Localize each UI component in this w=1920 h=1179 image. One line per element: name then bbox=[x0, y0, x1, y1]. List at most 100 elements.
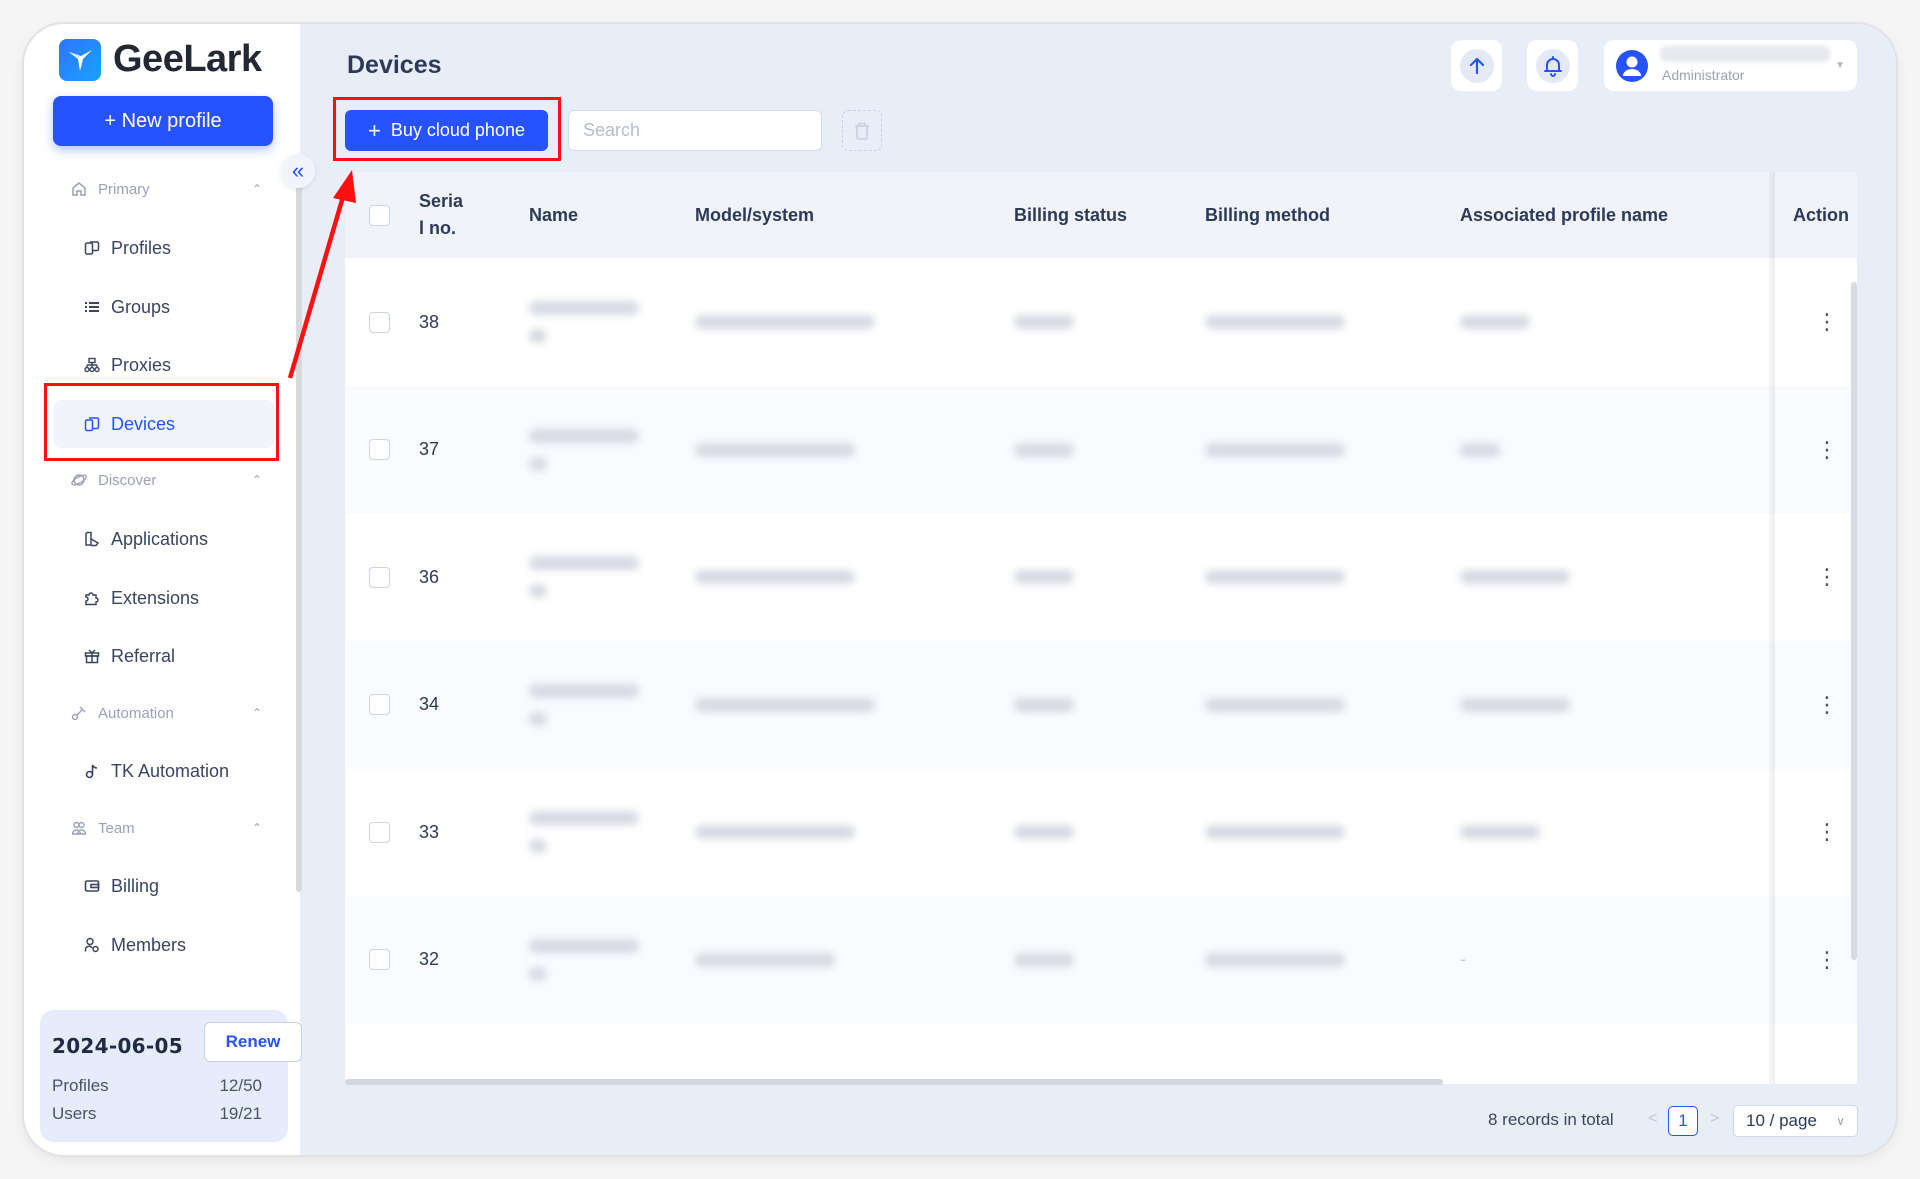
table-row[interactable]: 32 - ⋮ bbox=[345, 895, 1857, 1024]
devices-table: Seria l no. Name Model/system Billing st… bbox=[345, 172, 1857, 1084]
sidebar: GeeLark + New profile Primary ⌃ Profiles… bbox=[24, 24, 302, 1155]
row-actions-button[interactable]: ⋮ bbox=[1816, 768, 1838, 896]
model-system-redacted bbox=[695, 513, 855, 641]
search-field[interactable] bbox=[568, 110, 822, 151]
column-billing-method[interactable]: Billing method bbox=[1205, 172, 1330, 258]
user-name-redacted bbox=[1660, 46, 1830, 62]
table-row[interactable]: 34 ⋮ bbox=[345, 640, 1857, 769]
sidebar-item-referral[interactable]: Referral bbox=[53, 632, 275, 680]
fixed-column-divider bbox=[1769, 172, 1775, 1084]
sidebar-item-proxies[interactable]: Proxies bbox=[53, 341, 275, 389]
column-action: Action bbox=[1793, 204, 1849, 225]
new-profile-button[interactable]: + New profile bbox=[53, 96, 273, 146]
row-actions-button[interactable]: ⋮ bbox=[1816, 513, 1838, 641]
column-label: l no. bbox=[419, 218, 456, 238]
billing-status-redacted bbox=[1014, 896, 1074, 1024]
brand-name: GeeLark bbox=[113, 38, 262, 80]
serial-no: 34 bbox=[419, 694, 440, 714]
page-title: Devices bbox=[347, 51, 442, 79]
upload-button[interactable] bbox=[1451, 40, 1502, 91]
billing-method-redacted bbox=[1205, 386, 1345, 514]
table-row[interactable]: 33 ⋮ bbox=[345, 768, 1857, 896]
sidebar-scrollbar[interactable] bbox=[296, 174, 302, 892]
table-row[interactable]: 36 ⋮ bbox=[345, 513, 1857, 641]
table-horizontal-scrollbar[interactable] bbox=[345, 1079, 1443, 1085]
user-menu[interactable]: Administrator ▼ bbox=[1604, 40, 1857, 91]
column-model-system[interactable]: Model/system bbox=[695, 172, 814, 258]
team-icon bbox=[70, 819, 88, 837]
renew-button[interactable]: Renew bbox=[204, 1022, 302, 1062]
next-page-button[interactable]: > bbox=[1710, 1110, 1719, 1128]
planet-icon bbox=[70, 471, 88, 489]
page-size-select[interactable]: 10 / page ∨ bbox=[1733, 1105, 1858, 1137]
row-checkbox[interactable] bbox=[369, 513, 390, 641]
plus-icon: + bbox=[368, 117, 381, 143]
plan-users-row: Users 19/21 bbox=[52, 1104, 262, 1124]
table-row[interactable]: 37 ⋮ bbox=[345, 385, 1857, 514]
plan-card: 2024-06-05 Renew Profiles 12/50 Users 19… bbox=[40, 1010, 302, 1142]
page-1-button[interactable]: 1 bbox=[1668, 1106, 1698, 1136]
section-label: Discover bbox=[98, 471, 157, 489]
model-system-redacted bbox=[695, 258, 875, 386]
section-automation[interactable]: Automation ⌃ bbox=[70, 704, 270, 722]
collapse-sidebar-button[interactable]: « bbox=[281, 154, 315, 188]
gift-icon bbox=[83, 647, 101, 665]
serial-no: 37 bbox=[419, 439, 440, 459]
section-primary[interactable]: Primary ⌃ bbox=[70, 180, 270, 198]
sidebar-item-groups[interactable]: Groups bbox=[53, 283, 275, 331]
column-associated-profile[interactable]: Associated profile name bbox=[1460, 172, 1668, 258]
row-checkbox[interactable] bbox=[369, 641, 390, 769]
sidebar-item-billing[interactable]: Billing bbox=[53, 862, 275, 910]
billing-status-redacted bbox=[1014, 768, 1074, 896]
sidebar-item-applications[interactable]: Applications bbox=[53, 515, 275, 563]
row-checkbox[interactable] bbox=[369, 258, 390, 386]
model-system-redacted bbox=[695, 386, 855, 514]
row-actions-button[interactable]: ⋮ bbox=[1816, 641, 1838, 769]
sidebar-item-profiles[interactable]: Profiles bbox=[53, 224, 275, 272]
column-name[interactable]: Name bbox=[529, 172, 578, 258]
list-icon bbox=[83, 298, 101, 316]
column-billing-status[interactable]: Billing status bbox=[1014, 172, 1127, 258]
more-vertical-icon: ⋮ bbox=[1816, 946, 1838, 972]
billing-status-redacted bbox=[1014, 386, 1074, 514]
device-name-redacted bbox=[529, 768, 639, 896]
row-actions-button[interactable]: ⋮ bbox=[1816, 896, 1838, 1024]
home-icon bbox=[70, 180, 88, 198]
more-vertical-icon: ⋮ bbox=[1816, 436, 1838, 462]
section-team[interactable]: Team ⌃ bbox=[70, 819, 270, 837]
row-actions-button[interactable]: ⋮ bbox=[1816, 258, 1838, 386]
row-checkbox[interactable] bbox=[369, 386, 390, 514]
prev-page-button[interactable]: < bbox=[1648, 1110, 1657, 1128]
sidebar-item-label: Groups bbox=[111, 296, 171, 317]
sidebar-item-label: Members bbox=[111, 934, 187, 955]
row-checkbox[interactable] bbox=[369, 896, 390, 1024]
arrow-up-icon bbox=[1469, 57, 1484, 74]
bell-icon bbox=[1543, 55, 1562, 77]
avatar-icon bbox=[1616, 49, 1648, 82]
sidebar-item-label: TK Automation bbox=[111, 760, 230, 781]
delete-button[interactable] bbox=[842, 110, 882, 151]
row-checkbox[interactable] bbox=[369, 768, 390, 896]
column-label: Seria bbox=[419, 191, 464, 211]
table-row[interactable]: Cloud phone- bbox=[345, 1023, 1857, 1084]
billing-method-redacted bbox=[1205, 896, 1345, 1024]
select-all-checkbox[interactable] bbox=[369, 172, 390, 258]
sidebar-item-devices[interactable]: Devices bbox=[53, 400, 275, 448]
sidebar-item-extensions[interactable]: Extensions bbox=[53, 574, 275, 622]
row-actions-button[interactable]: ⋮ bbox=[1816, 386, 1838, 514]
billing-status-redacted bbox=[1014, 258, 1074, 386]
device-name-redacted bbox=[529, 896, 639, 1024]
sidebar-item-members[interactable]: Members bbox=[53, 921, 275, 969]
table-vertical-scrollbar[interactable] bbox=[1851, 282, 1857, 960]
plan-users-value: 19/21 bbox=[219, 1104, 262, 1123]
sidebar-item-label: Billing bbox=[111, 875, 160, 896]
sidebar-item-tk-automation[interactable]: TK Automation bbox=[53, 747, 275, 795]
buy-cloud-phone-button[interactable]: + Buy cloud phone bbox=[345, 110, 548, 151]
table-row[interactable]: 38 ⋮ bbox=[345, 258, 1857, 386]
sidebar-item-label: Referral bbox=[111, 645, 176, 666]
search-input[interactable] bbox=[583, 120, 815, 141]
column-serial-no[interactable]: Seria l no. bbox=[419, 172, 463, 258]
row-checkbox[interactable] bbox=[369, 1023, 390, 1084]
section-discover[interactable]: Discover ⌃ bbox=[70, 471, 270, 489]
notifications-button[interactable] bbox=[1527, 40, 1578, 91]
